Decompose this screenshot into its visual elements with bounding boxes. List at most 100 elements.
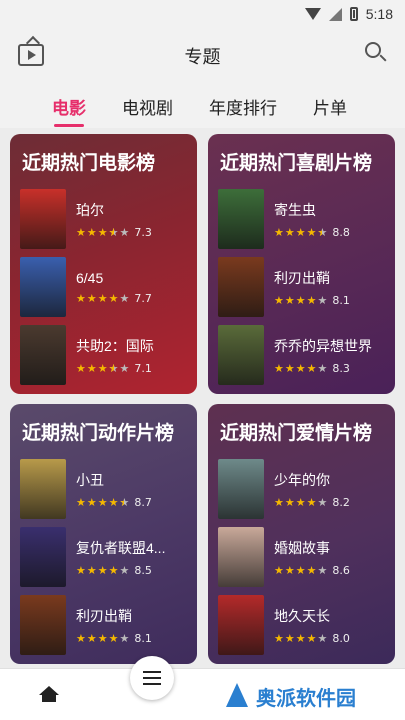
ranking-card[interactable]: 近期热门喜剧片榜寄生虫★★★★★8.8利刃出鞘★★★★★8.1乔乔的异想世界★★…	[208, 134, 395, 394]
movie-item[interactable]: 6/45 ★ ★ ★ ★ ★ 7.7	[20, 255, 187, 319]
star-icon: ★	[119, 361, 130, 375]
movie-title: 乔乔的异想世界	[274, 337, 372, 354]
watermark: 奥派软件园	[222, 676, 402, 716]
star-icon: ★	[295, 631, 306, 645]
tab-movies[interactable]: 电影	[52, 94, 86, 127]
star-icon: ★	[109, 227, 119, 238]
star-icon: ★	[295, 495, 306, 509]
star-icon: ★	[86, 225, 97, 239]
movie-item[interactable]: 利刃出鞘 ★ ★ ★ ★ ★ 8.1	[218, 255, 385, 319]
star-icon: ★	[274, 631, 284, 645]
menu-fab-button[interactable]	[130, 656, 174, 700]
movie-rating: ★ ★ ★ ★ ★ 8.6	[274, 564, 350, 577]
movie-rating: ★ ★ ★ ★ ★ 8.1	[76, 632, 152, 645]
star-icon: ★	[76, 361, 86, 375]
movie-title: 寄生虫	[274, 201, 316, 218]
star-icon: ★	[86, 361, 97, 375]
movie-poster	[20, 459, 66, 519]
movie-poster	[20, 189, 66, 249]
movie-title: 6/45	[76, 269, 104, 286]
star-icon: ★	[317, 495, 328, 509]
movie-item[interactable]: 少年的你 ★ ★ ★ ★ ★ 8.2	[218, 457, 385, 521]
rating-score: 8.6	[332, 563, 350, 577]
star-rating: ★ ★ ★ ★ ★	[76, 227, 129, 238]
tab-playlists[interactable]: 片单	[313, 94, 347, 119]
star-rating: ★ ★ ★ ★ ★	[76, 293, 129, 304]
star-rating: ★ ★ ★ ★ ★	[274, 363, 327, 374]
ranking-card[interactable]: 近期热门电影榜珀尔★★★★★7.36/45★★★★★7.7共助2：国际★★★★★…	[10, 134, 197, 394]
star-icon: ★	[108, 495, 119, 509]
rating-score: 8.5	[134, 563, 152, 577]
star-rating: ★ ★ ★ ★ ★	[274, 295, 327, 306]
rating-score: 8.1	[134, 631, 152, 645]
home-icon[interactable]	[39, 686, 59, 702]
movie-rating: ★★★★★8.7	[76, 496, 152, 509]
star-icon: ★	[318, 227, 328, 238]
movie-info: 珀尔★★★★★7.3	[76, 200, 152, 239]
movie-poster	[218, 595, 264, 655]
ranking-card[interactable]: 近期热门动作片榜小丑★★★★★8.7复仇者联盟4...★★★★★8.5利刃出鞘★…	[10, 404, 197, 664]
star-rating: ★ ★ ★ ★ ★	[274, 565, 327, 576]
movie-item[interactable]: 利刃出鞘 ★ ★ ★ ★ ★ 8.1	[20, 593, 187, 657]
star-icon: ★	[317, 563, 328, 577]
star-rating: ★ ★ ★ ★ ★	[274, 227, 327, 238]
star-icon: ★	[274, 225, 284, 239]
movie-rating: ★ ★ ★ ★ ★ 8.3	[274, 362, 372, 375]
topic-content: 近期热门电影榜珀尔★★★★★7.36/45★★★★★7.7共助2：国际★★★★★…	[0, 128, 405, 668]
movie-poster	[218, 459, 264, 519]
movie-item[interactable]: 珀尔★★★★★7.3	[20, 187, 187, 251]
star-icon: ★	[306, 631, 317, 645]
movie-poster	[20, 595, 66, 655]
star-rating: ★ ★ ★ ★ ★	[274, 497, 327, 508]
tab-tv-series[interactable]: 电视剧	[122, 94, 173, 119]
movie-title: 地久天长	[274, 607, 330, 624]
star-icon: ★	[274, 293, 284, 307]
movie-title: 利刃出鞘	[76, 607, 132, 624]
ranking-card-title: 近期热门电影榜	[22, 153, 156, 174]
movie-info: 婚姻故事 ★ ★ ★ ★ ★ 8.6	[274, 538, 350, 577]
search-icon[interactable]	[365, 42, 387, 64]
movie-rating: ★★★★★7.1	[76, 362, 154, 375]
movie-title: 复仇者联盟4...	[76, 539, 166, 556]
movie-info: 少年的你 ★ ★ ★ ★ ★ 8.2	[274, 470, 350, 509]
movie-item[interactable]: 小丑★★★★★8.7	[20, 457, 187, 521]
movie-title: 婚姻故事	[274, 539, 330, 556]
tv-icon[interactable]	[18, 44, 44, 66]
movie-title: 利刃出鞘	[274, 269, 330, 286]
movie-rating: ★ ★ ★ ★ ★ 8.5	[76, 564, 165, 577]
movie-poster	[20, 527, 66, 587]
star-icon: ★	[97, 291, 108, 305]
star-icon: ★	[86, 495, 97, 509]
star-icon: ★	[295, 225, 306, 239]
star-icon: ★	[284, 361, 295, 375]
star-icon: ★	[284, 563, 295, 577]
movie-info: 利刃出鞘 ★ ★ ★ ★ ★ 8.1	[76, 606, 152, 645]
movie-item[interactable]: 乔乔的异想世界 ★ ★ ★ ★ ★ 8.3	[218, 323, 385, 387]
star-icon: ★	[119, 291, 130, 305]
movie-info: 地久天长 ★ ★ ★ ★ ★ 8.0	[274, 606, 350, 645]
ranking-card[interactable]: 近期热门爱情片榜 少年的你 ★ ★ ★ ★ ★ 8.2 婚姻故事 ★ ★ ★ ★ ★ 8.6 地久天长 ★ ★ ★ ★…	[208, 404, 395, 664]
star-icon: ★	[295, 293, 306, 307]
status-bar: 5:18	[0, 0, 405, 28]
movie-item[interactable]: 地久天长 ★ ★ ★ ★ ★ 8.0	[218, 593, 385, 657]
rating-score: 8.7	[134, 495, 152, 509]
star-icon: ★	[108, 631, 119, 645]
movie-info: 6/45 ★ ★ ★ ★ ★ 7.7	[76, 270, 152, 305]
star-icon: ★	[97, 495, 108, 509]
star-icon: ★	[274, 495, 284, 509]
movie-item[interactable]: 婚姻故事 ★ ★ ★ ★ ★ 8.6	[218, 525, 385, 589]
star-icon: ★	[76, 563, 86, 577]
movie-poster	[218, 325, 264, 385]
ranking-card-title: 近期热门动作片榜	[22, 423, 175, 444]
star-rating: ★ ★ ★ ★ ★	[76, 633, 129, 644]
movie-item[interactable]: 寄生虫★★★★★8.8	[218, 187, 385, 251]
rating-score: 8.2	[332, 495, 350, 509]
movie-title: 少年的你	[274, 471, 330, 488]
tab-annual-ranking[interactable]: 年度排行	[209, 94, 277, 119]
movie-item[interactable]: 复仇者联盟4... ★ ★ ★ ★ ★ 8.5	[20, 525, 187, 589]
star-icon: ★	[306, 361, 317, 375]
star-icon: ★	[97, 631, 108, 645]
movie-info: 共助2：国际★★★★★7.1	[76, 336, 154, 375]
movie-rating: ★ ★ ★ ★ ★ 8.2	[274, 496, 350, 509]
movie-item[interactable]: 共助2：国际★★★★★7.1	[20, 323, 187, 387]
